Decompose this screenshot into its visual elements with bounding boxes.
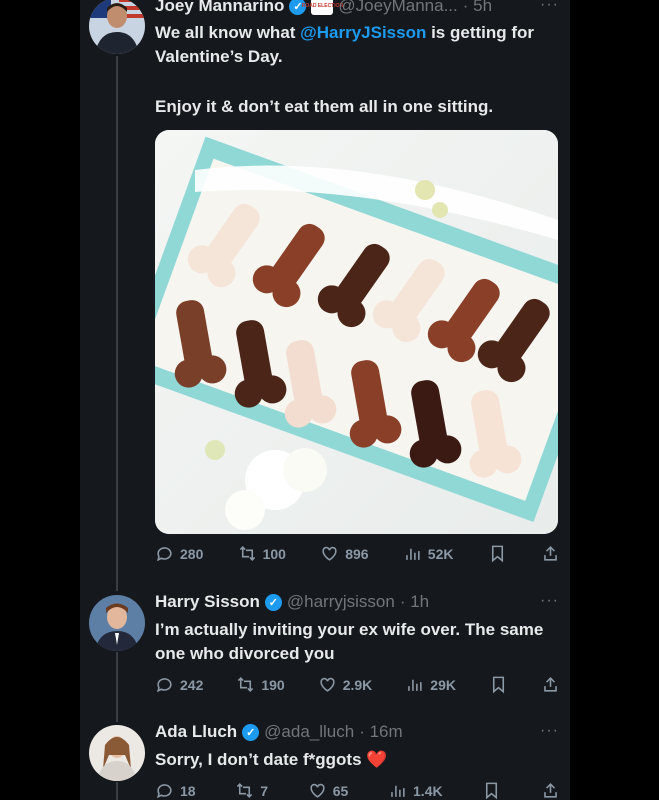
share-button[interactable] — [541, 781, 560, 800]
views-button[interactable]: 52K — [403, 544, 454, 563]
avatar-joey[interactable] — [89, 0, 145, 54]
tweet1-text: We all know what @HarryJSisson is gettin… — [155, 21, 555, 69]
tweet-text-part: Sorry, I don’t date f*ggots — [155, 750, 362, 769]
views-count: 1.4K — [413, 782, 443, 799]
more-options-button[interactable]: ··· — [540, 0, 559, 14]
author-handle[interactable]: @JoeyManna... — [338, 0, 457, 16]
like-count: 65 — [332, 782, 349, 799]
bookmark-button[interactable] — [482, 781, 501, 800]
like-icon — [320, 677, 335, 692]
views-icon — [405, 548, 420, 560]
like-icon — [310, 783, 325, 798]
repost-icon — [237, 783, 253, 798]
avatar-harry[interactable] — [89, 595, 145, 651]
reply-count: 18 — [180, 782, 196, 799]
tweet2-header: Harry Sisson ✓ @harryjsisson · 1h — [155, 592, 429, 612]
like-button[interactable]: 65 — [308, 781, 349, 800]
bookmark-button[interactable] — [488, 544, 507, 563]
tweet-time[interactable]: · 5h — [463, 0, 492, 16]
thread-line — [116, 782, 118, 800]
mention-link[interactable]: @HarryJSisson — [300, 23, 426, 42]
reply-count: 280 — [180, 545, 204, 562]
author-handle[interactable]: @harryjsisson — [287, 592, 395, 612]
repost-count: 7 — [260, 782, 269, 799]
reply-icon — [156, 678, 172, 693]
author-handle[interactable]: @ada_lluch — [264, 722, 354, 742]
repost-count: 190 — [261, 676, 285, 693]
avatar-photo — [89, 595, 145, 651]
repost-count: 100 — [262, 545, 286, 562]
affiliate-badge: ROAD ELECTION — [302, 0, 343, 15]
repost-button[interactable]: 7 — [235, 781, 268, 800]
tweet3-actions: 18 7 65 1.4K — [155, 781, 560, 800]
avatar-photo — [89, 725, 145, 781]
views-icon — [408, 679, 422, 691]
bookmark-button[interactable] — [489, 675, 508, 694]
bookmark-icon — [486, 782, 498, 800]
bookmark-icon — [491, 545, 503, 563]
tweet-time[interactable]: · 1h — [400, 592, 429, 612]
avatar-ada[interactable] — [89, 725, 145, 781]
verified-icon: ✓ — [242, 723, 260, 741]
views-button[interactable]: 29K — [405, 675, 456, 694]
reply-button[interactable]: 18 — [155, 781, 196, 800]
reply-icon — [156, 547, 172, 562]
tweet2-actions: 242 190 2.9K 29K — [155, 675, 560, 694]
like-button[interactable]: 896 — [320, 544, 369, 563]
like-count: 896 — [345, 545, 369, 562]
tweet-photo[interactable] — [155, 130, 558, 534]
views-count: 29K — [430, 676, 456, 693]
share-icon — [544, 677, 557, 692]
more-options-button[interactable]: ··· — [540, 592, 559, 610]
reply-button[interactable]: 242 — [155, 675, 203, 694]
repost-icon — [239, 546, 255, 561]
views-count: 52K — [427, 545, 454, 562]
like-icon — [322, 546, 337, 561]
reply-count: 242 — [180, 676, 204, 693]
share-icon — [544, 546, 557, 561]
views-icon — [391, 785, 405, 797]
tweet3-text: Sorry, I don’t date f*ggots ❤️ — [155, 748, 555, 772]
more-options-button[interactable]: ··· — [540, 722, 559, 740]
bookmark-icon — [492, 676, 505, 694]
repost-button[interactable]: 100 — [238, 544, 286, 563]
thread-line — [116, 56, 118, 591]
tweet-text-part: We all know what — [155, 23, 301, 42]
like-count: 2.9K — [342, 676, 373, 693]
tweet1-header: Joey Mannarino ✓ ROAD ELECTION @JoeyMann… — [155, 0, 492, 16]
views-button[interactable]: 1.4K — [388, 781, 443, 800]
reply-icon — [156, 784, 172, 799]
tweet3-header: Ada Lluch ✓ @ada_lluch · 16m — [155, 722, 403, 742]
heart-emoji: ❤️ — [366, 750, 388, 769]
thread-line — [116, 652, 118, 722]
reply-button[interactable]: 280 — [155, 544, 203, 563]
like-button[interactable]: 2.9K — [318, 675, 373, 694]
avatar-photo — [89, 0, 145, 54]
repost-icon — [238, 677, 254, 692]
chocolates-photo — [155, 130, 558, 534]
tweet2-text: I’m actually inviting your ex wife over.… — [155, 620, 544, 663]
author-name[interactable]: Joey Mannarino — [155, 0, 284, 16]
verified-icon: ✓ — [264, 593, 282, 611]
share-icon — [544, 783, 557, 798]
repost-button[interactable]: 190 — [236, 675, 285, 694]
tweet1-text-2: Enjoy it & don’t eat them all in one sit… — [155, 97, 494, 116]
share-button[interactable] — [541, 675, 560, 694]
tweet-time[interactable]: · 16m — [359, 722, 402, 742]
tweet1-actions: 280 100 896 52K — [155, 544, 560, 563]
share-button[interactable] — [541, 544, 560, 563]
author-name[interactable]: Ada Lluch — [155, 722, 237, 742]
author-name[interactable]: Harry Sisson — [155, 592, 260, 612]
